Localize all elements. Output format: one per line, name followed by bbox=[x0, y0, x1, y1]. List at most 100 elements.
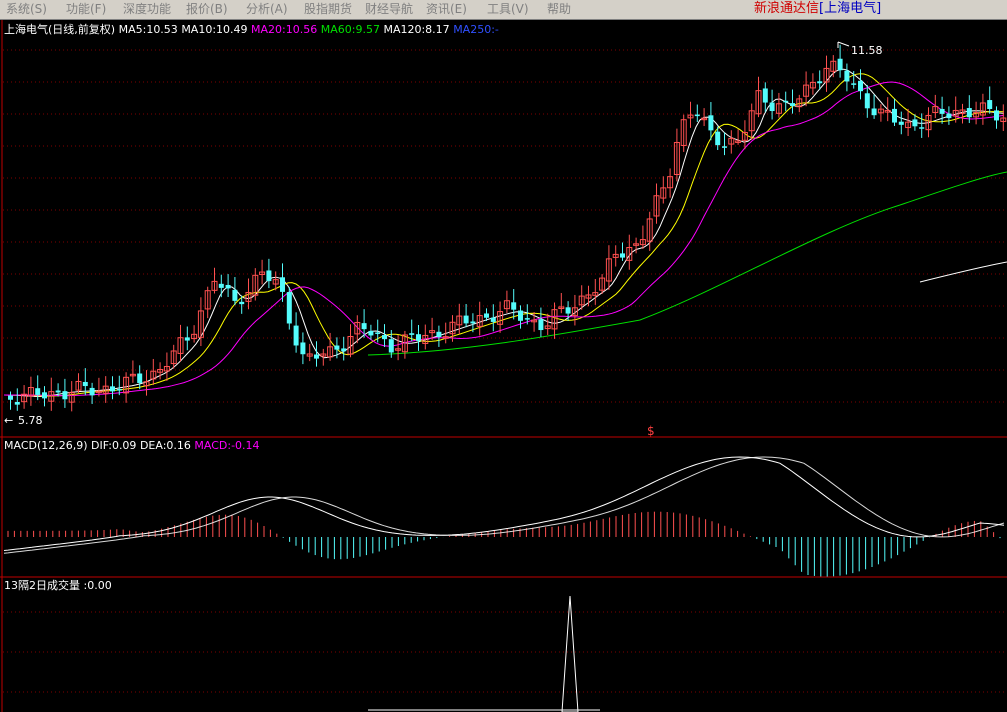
candle bbox=[497, 301, 504, 333]
candle bbox=[919, 113, 925, 138]
moving-average-lines bbox=[3, 68, 1007, 397]
candle-body bbox=[912, 119, 918, 127]
event-marker[interactable]: $ bbox=[647, 424, 655, 438]
candle-body bbox=[388, 339, 394, 353]
candle bbox=[871, 94, 877, 119]
menu-item-6[interactable]: 财经导航 bbox=[365, 2, 413, 17]
ma10-line bbox=[4, 73, 1005, 397]
menu-item-4[interactable]: 分析(A) bbox=[246, 2, 288, 17]
candle bbox=[8, 391, 13, 410]
candle bbox=[585, 285, 592, 307]
candle bbox=[137, 365, 143, 390]
candle-body bbox=[89, 387, 95, 396]
candle-body bbox=[368, 330, 374, 336]
candle bbox=[946, 106, 952, 125]
candle bbox=[973, 101, 980, 125]
candle bbox=[809, 73, 816, 95]
candle-body bbox=[565, 307, 571, 314]
candle-body bbox=[762, 88, 768, 103]
candle bbox=[382, 324, 387, 347]
candle bbox=[490, 304, 496, 332]
ma120-line bbox=[919, 261, 1007, 283]
candle bbox=[877, 104, 884, 122]
menu-item-1[interactable]: 功能(F) bbox=[66, 2, 106, 17]
candle bbox=[639, 225, 646, 250]
candle bbox=[401, 330, 408, 359]
candle bbox=[790, 89, 795, 114]
menu-item-3[interactable]: 报价(B) bbox=[186, 2, 228, 17]
stock-name: [上海电气] bbox=[819, 1, 882, 16]
candle-body bbox=[436, 331, 442, 338]
candle-body bbox=[300, 342, 306, 355]
candle-body bbox=[892, 108, 897, 123]
candle-body bbox=[280, 277, 285, 292]
candle bbox=[959, 103, 966, 124]
candle bbox=[673, 128, 680, 182]
candle-body bbox=[470, 321, 476, 324]
candle-body bbox=[334, 345, 340, 350]
candle bbox=[762, 82, 768, 112]
candle-body bbox=[361, 323, 367, 330]
candle bbox=[422, 324, 429, 350]
candle bbox=[667, 168, 674, 198]
candle bbox=[511, 289, 517, 320]
candle bbox=[225, 274, 231, 298]
candle bbox=[518, 305, 523, 329]
candle bbox=[143, 370, 150, 396]
candle-body bbox=[694, 114, 700, 117]
candle bbox=[660, 176, 667, 204]
candle bbox=[592, 278, 599, 305]
candle-body bbox=[382, 335, 387, 340]
candle bbox=[694, 104, 700, 122]
volume-chart bbox=[368, 595, 600, 712]
candle bbox=[204, 286, 211, 319]
menu-item-2[interactable]: 深度功能 bbox=[123, 2, 171, 17]
candle bbox=[538, 307, 544, 337]
menu-item-5[interactable]: 股指期货 bbox=[304, 2, 352, 17]
candle bbox=[653, 183, 660, 224]
candle bbox=[735, 129, 742, 145]
candle bbox=[823, 55, 830, 92]
candle bbox=[395, 335, 402, 361]
candle bbox=[177, 324, 184, 362]
candle-body bbox=[769, 102, 775, 112]
menu-item-0[interactable]: 系统(S) bbox=[6, 2, 47, 17]
candle bbox=[892, 98, 897, 126]
candle-body bbox=[844, 70, 850, 82]
candle-body bbox=[239, 301, 245, 305]
chart-canvas[interactable]: 11.58 ← 5.78 $ bbox=[0, 20, 1007, 712]
candle-body bbox=[722, 146, 727, 148]
candle bbox=[150, 358, 157, 386]
menu-item-7[interactable]: 资讯(E) bbox=[426, 2, 467, 17]
menu-item-8[interactable]: 工具(V) bbox=[487, 2, 529, 17]
candle-body bbox=[939, 108, 945, 114]
menu-item-9[interactable]: 帮助 bbox=[547, 2, 571, 17]
candle bbox=[551, 302, 558, 339]
low-price-marker: ← 5.78 bbox=[4, 414, 43, 427]
candle-body bbox=[266, 270, 272, 282]
ma20-line bbox=[4, 81, 1005, 397]
candle bbox=[286, 286, 292, 330]
candle bbox=[803, 71, 810, 107]
candle bbox=[748, 103, 755, 140]
candle-body bbox=[871, 108, 877, 116]
candle-body bbox=[490, 317, 496, 322]
candle bbox=[987, 86, 993, 114]
candle-body bbox=[783, 100, 789, 103]
candle bbox=[191, 325, 198, 343]
candle bbox=[218, 274, 224, 298]
candle-body bbox=[110, 386, 115, 392]
dea-line bbox=[3, 456, 1005, 554]
candle-body bbox=[511, 302, 517, 310]
candle-body bbox=[987, 100, 993, 110]
candle bbox=[994, 106, 999, 129]
candle bbox=[170, 344, 177, 369]
candle-body bbox=[184, 337, 190, 341]
candle bbox=[163, 352, 170, 381]
candle-body bbox=[715, 131, 721, 146]
candle bbox=[62, 378, 68, 408]
candle bbox=[129, 360, 136, 383]
candle-body bbox=[966, 108, 972, 118]
candle bbox=[259, 259, 266, 285]
candle-body bbox=[62, 391, 68, 400]
